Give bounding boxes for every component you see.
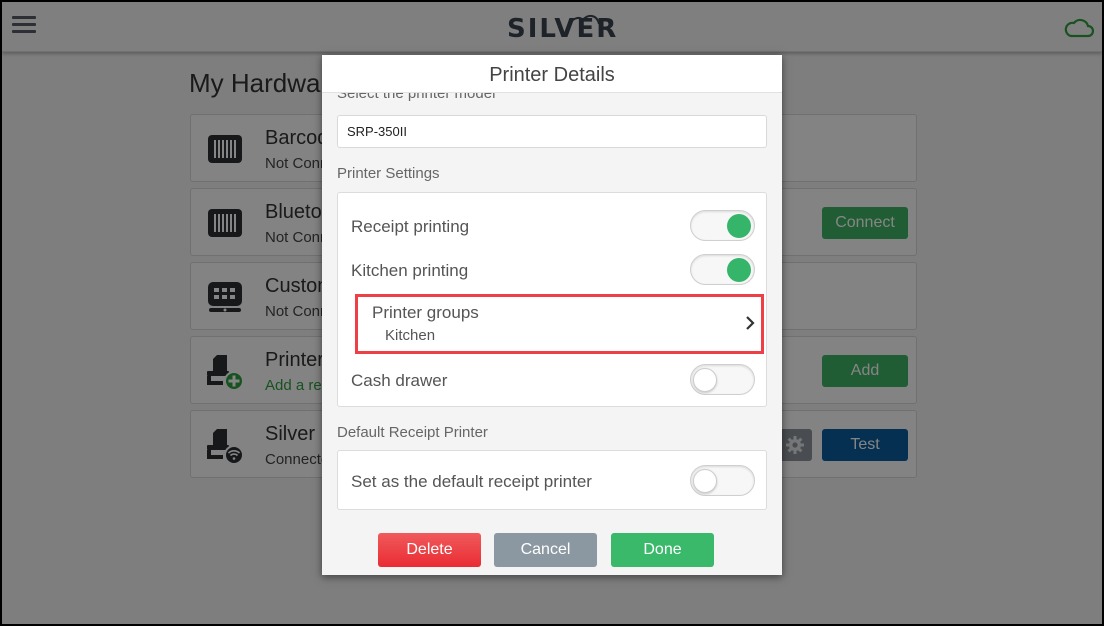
printer-model-field[interactable]: SRP-350II	[337, 115, 767, 148]
default-printer-heading: Default Receipt Printer	[337, 424, 488, 441]
cash-drawer-row: Cash drawer	[338, 361, 766, 401]
printer-groups-value: Kitchen	[385, 327, 436, 344]
kitchen-printing-row: Kitchen printing	[338, 251, 766, 291]
printer-details-dialog: Printer Details Select the printer model…	[322, 55, 782, 575]
default-printer-row: Set as the default receipt printer	[338, 462, 766, 502]
printer-groups-label: Printer groups	[372, 303, 479, 322]
setting-label: Cash drawer	[351, 371, 448, 390]
default-printer-toggle[interactable]	[690, 465, 755, 496]
setting-label: Receipt printing	[351, 217, 470, 236]
done-button[interactable]: Done	[611, 533, 714, 567]
printer-settings-heading: Printer Settings	[337, 165, 440, 182]
chevron-right-icon	[746, 316, 755, 330]
cash-drawer-toggle[interactable]	[690, 364, 755, 395]
receipt-printing-toggle[interactable]	[690, 210, 755, 241]
receipt-printing-row: Receipt printing	[338, 207, 766, 247]
delete-button[interactable]: Delete	[378, 533, 481, 567]
default-printer-panel: Set as the default receipt printer	[337, 450, 767, 510]
printer-groups-row[interactable]: Printer groups Kitchen	[355, 294, 764, 354]
kitchen-printing-toggle[interactable]	[690, 254, 755, 285]
setting-label: Kitchen printing	[351, 261, 469, 280]
dialog-title: Printer Details	[322, 55, 782, 93]
setting-label: Set as the default receipt printer	[351, 472, 592, 491]
cancel-button[interactable]: Cancel	[494, 533, 597, 567]
printer-settings-panel: Receipt printing Kitchen printing Printe…	[337, 192, 767, 407]
app-screen: SILVER My Hardware Barcode Scanner Not C…	[2, 2, 1102, 624]
